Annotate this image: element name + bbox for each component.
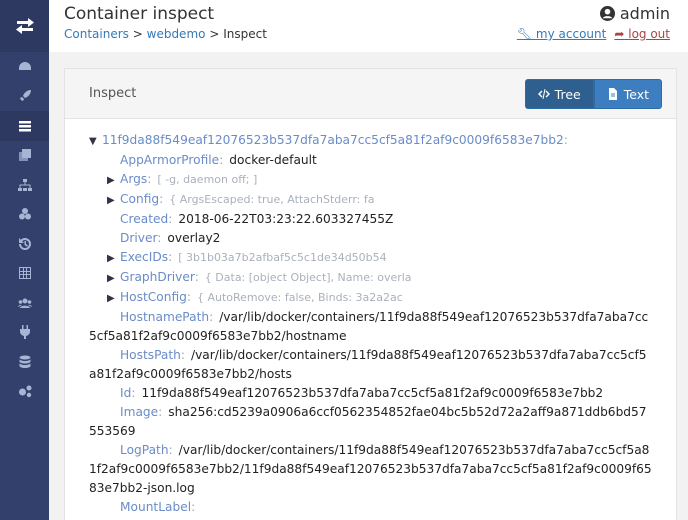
dashboard-icon [18,61,31,70]
sidebar-item-rocket[interactable] [0,82,49,112]
tree-preview: [ 3b1b03a7b2afbaf5c5c1de34d50b54 [178,251,387,264]
tree-row-graphdriver[interactable]: ▶ GraphDriver:{ Data: [object Object], Na… [89,268,652,288]
sidebar-item-sitemap[interactable] [0,170,49,200]
caret-right-icon: ▶ [107,253,115,264]
list-icon [18,120,31,132]
caret-right-icon: ▶ [107,195,115,206]
caret-right-icon: ▶ [107,273,115,284]
clone-icon [18,149,31,162]
table-icon [18,267,31,280]
tree-row-config[interactable]: ▶ Config:{ ArgsEscaped: true, AttachStder… [89,190,652,210]
sidebar-item-dashboard[interactable] [0,52,49,82]
tree-root[interactable]: ▼ 11f9da88f549eaf12076523b537dfa7aba7cc5c… [89,131,652,151]
history-icon [18,237,31,250]
tree-value: overlay2 [167,231,221,245]
sidebar-item-list[interactable] [0,111,49,141]
breadcrumb-webdemo[interactable]: webdemo [147,27,206,41]
sidebar-item-cogs[interactable] [0,377,49,407]
tree-key: HostnamePath [120,310,210,324]
log-out-link[interactable]: ➦ log out [614,27,670,41]
users-icon [17,298,32,308]
my-account-link[interactable]: 🔧︎ my account [517,27,606,41]
json-tree: ▼ 11f9da88f549eaf12076523b537dfa7aba7cc5c… [65,119,676,517]
tree-row-mountlabel: MountLabel: [120,500,196,514]
tree-key: Driver [120,231,158,245]
caret-right-icon: ▶ [107,293,115,304]
sidebar-item-plug[interactable] [0,318,49,348]
file-text-icon [608,88,617,100]
cubes-icon [18,208,31,220]
tree-key: Id [120,386,132,400]
cogs-icon [18,385,31,398]
tree-row-created: Created: 2018-06-22T03:23:22.603327455Z [120,212,394,226]
tree-value: /var/lib/docker/containers/11f9da88f549e… [89,443,652,495]
tree-row-logpath: LogPath:/var/lib/docker/containers/11f9d… [89,443,652,495]
arrows-swap-icon [15,18,34,34]
tree-value: sha256:cd5239a0906a6ccf0562354852fae04bc… [89,405,647,438]
tree-key: HostsPath [120,348,181,362]
tree-key: Config [120,192,160,206]
tree-row-apparmorprofile: AppArmorProfile: docker-default [120,153,317,167]
brand-logo[interactable] [0,0,49,52]
tree-key: AppArmorProfile [120,153,220,167]
inspect-panel: Inspect Tree Text ▼ 11f9da88f549eaf120765… [64,68,677,520]
wrench-icon: 🔧︎ [516,27,533,41]
tree-preview: { AutoRemove: false, Binds: 3a2a2ac [196,291,403,304]
tree-key: Image [120,405,159,419]
page-header: Container inspect Containers > webdemo >… [49,0,688,52]
code-icon [537,89,550,99]
tree-key: ExecIDs [120,250,169,264]
user-circle-icon [599,6,615,21]
tree-row-hostnamepath: HostnamePath:/var/lib/docker/containers/… [89,310,649,343]
tree-row-execids[interactable]: ▶ ExecIDs:[ 3b1b03a7b2afbaf5c5c1de34d50b5… [89,248,652,268]
tree-row-hostconfig[interactable]: ▶ HostConfig:{ AutoRemove: false, Binds: … [89,288,652,308]
breadcrumb-current: Inspect [223,27,267,41]
tree-row-args[interactable]: ▶ Args:[ -g, daemon off; ] [89,170,652,190]
tree-key: HostConfig [120,290,187,304]
tree-row-image: Image: sha256:cd5239a0906a6ccf0562354852f… [89,405,647,438]
sign-out-icon: ➦ [614,27,625,41]
plug-icon [19,325,30,340]
tree-key: Args [120,172,148,186]
breadcrumb-containers[interactable]: Containers [64,27,129,41]
sidebar-item-database[interactable] [0,347,49,377]
tree-preview: [ -g, daemon off; ] [157,173,258,186]
tree-key: LogPath [120,443,169,457]
tree-preview: { ArgsEscaped: true, AttachStderr: fa [169,193,375,206]
caret-down-icon: ▼ [89,136,97,147]
tree-value: docker-default [229,153,317,167]
tree-key: MountLabel [120,500,192,514]
tree-value: 2018-06-22T03:23:22.603327455Z [178,212,394,226]
username: admin [619,4,670,23]
breadcrumb: Containers > webdemo > Inspect [64,27,267,41]
sidebar-item-cubes[interactable] [0,200,49,230]
user-info: admin [599,4,670,23]
tree-row-id: Id: 11f9da88f549eaf12076523b537dfa7aba7cc… [120,386,604,400]
tree-view-button[interactable]: Tree [524,79,594,109]
view-toggle: Tree Text [524,79,662,109]
tree-value: 11f9da88f549eaf12076523b537dfa7aba7cc5cf… [141,386,604,400]
sidebar-item-history[interactable] [0,229,49,259]
page-title: Container inspect [64,4,215,24]
tree-row-hostspath: HostsPath:/var/lib/docker/containers/11f… [89,348,647,381]
tree-preview: { Data: [object Object], Name: overla [204,271,412,284]
sitemap-icon [17,178,32,191]
text-view-button[interactable]: Text [593,79,662,109]
sidebar [0,0,49,520]
sidebar-item-table[interactable] [0,259,49,289]
rocket-icon [19,90,31,102]
tree-row-driver: Driver: overlay2 [120,231,221,245]
panel-title: Inspect [89,86,137,101]
sidebar-item-clone[interactable] [0,141,49,171]
sidebar-item-users[interactable] [0,288,49,318]
database-icon [19,355,30,368]
tree-key: Created [120,212,169,226]
tree-key: GraphDriver [120,270,195,284]
caret-right-icon: ▶ [107,175,115,186]
panel-header: Inspect Tree Text [65,69,676,119]
